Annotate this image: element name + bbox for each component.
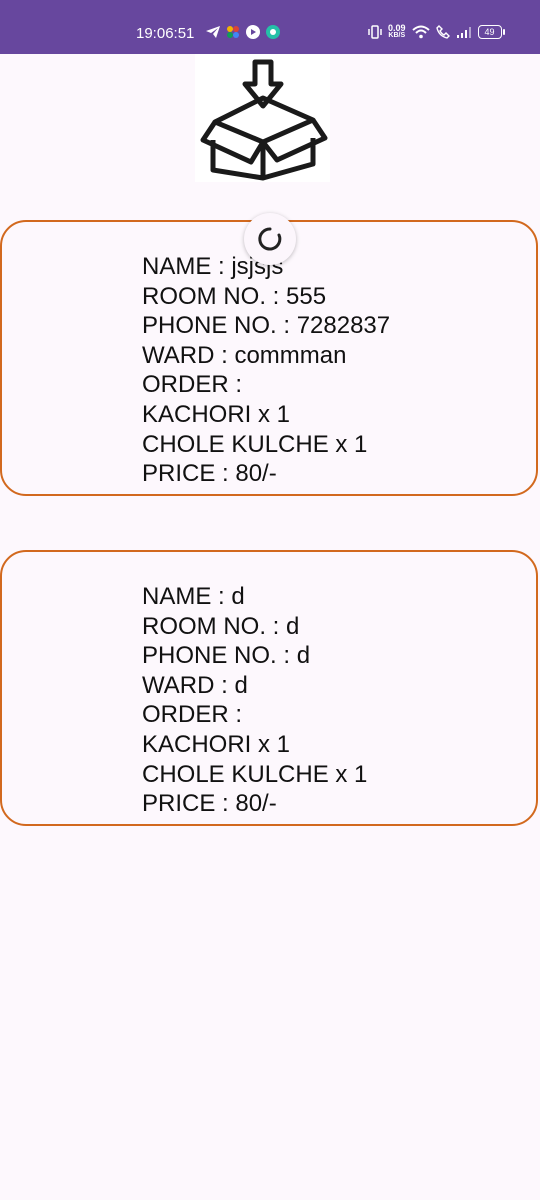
box-download-icon [195, 54, 330, 182]
system-icons: 0.09 KB/S 49 [368, 24, 505, 40]
order-ward: WARD : commman [142, 341, 347, 369]
call-icon [435, 25, 450, 39]
order-ward: WARD : d [142, 671, 248, 699]
order-item: KACHORI x 1 [142, 400, 291, 428]
order-price: PRICE : 80/- [142, 790, 277, 818]
order-label: ORDER : [142, 371, 243, 399]
order-item: CHOLE KULCHE x 1 [142, 760, 368, 788]
order-price: PRICE : 80/- [142, 460, 277, 488]
pinwheel-app-icon [227, 26, 239, 38]
status-bar: 19:06:51 0.09 KB/S 49 [0, 0, 540, 54]
notification-icons [206, 25, 280, 39]
order-card[interactable]: NAME : d ROOM NO. : d PHONE NO. : d WARD… [0, 550, 538, 826]
order-room: ROOM NO. : d [142, 612, 300, 640]
refresh-button[interactable] [244, 213, 296, 265]
vibrate-icon [368, 25, 382, 39]
battery-icon: 49 [477, 25, 505, 39]
order-phone: PHONE NO. : 7282837 [142, 312, 391, 340]
network-speed: 0.09 KB/S [388, 24, 406, 40]
order-item: CHOLE KULCHE x 1 [142, 430, 368, 458]
order-label: ORDER : [142, 701, 243, 729]
order-item: KACHORI x 1 [142, 730, 291, 758]
status-time: 19:06:51 [136, 25, 195, 42]
play-icon [246, 25, 260, 39]
order-details: NAME : d ROOM NO. : d PHONE NO. : d WARD… [142, 582, 367, 819]
refresh-spinner-icon [258, 227, 282, 251]
network-speed-unit: KB/S [388, 32, 406, 39]
order-room: ROOM NO. : 555 [142, 282, 327, 310]
wifi-icon [411, 25, 430, 39]
order-name: NAME : d [142, 583, 245, 610]
telegram-icon [206, 26, 220, 38]
order-details: NAME : jsjsjs ROOM NO. : 555 PHONE NO. :… [142, 252, 390, 489]
chat-icon [266, 25, 280, 39]
network-speed-value: 0.09 [388, 23, 406, 33]
order-phone: PHONE NO. : d [142, 642, 311, 670]
signal-icon [456, 27, 471, 38]
